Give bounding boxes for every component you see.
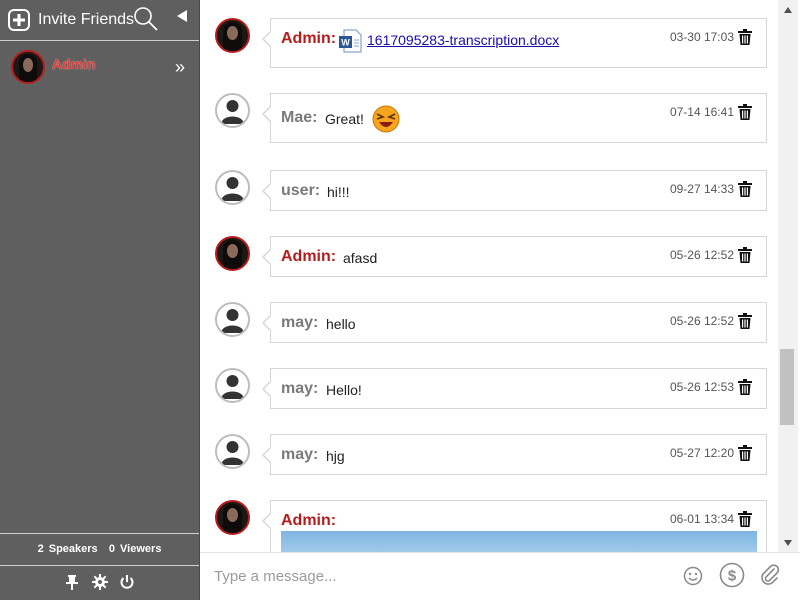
- pin-icon[interactable]: [64, 574, 80, 590]
- viewers-label: Viewers: [120, 543, 162, 555]
- gear-icon[interactable]: [92, 574, 108, 590]
- participant-stats: 2 Speakers 0 Viewers: [0, 533, 199, 566]
- message-item: may: hello 05-26 12:52: [200, 302, 778, 344]
- message-sender: Admin:: [281, 248, 337, 265]
- message-text: hi!!!: [327, 184, 350, 200]
- scroll-up-arrow-icon[interactable]: [783, 6, 793, 14]
- message-item: Mae: Great! 07-14 16:41: [200, 93, 778, 145]
- avatar: [215, 93, 250, 128]
- message-sender: may:: [281, 380, 319, 397]
- speakers-count: 2: [37, 543, 44, 555]
- message-item: Admin: 06-01 13:34: [200, 500, 778, 552]
- search-icon[interactable]: [133, 6, 159, 32]
- avatar: [11, 50, 45, 84]
- message-bubble: Mae: Great! 07-14 16:41: [262, 93, 767, 143]
- scrollbar[interactable]: [778, 0, 798, 552]
- sidebar: Invite Friends Admin » 2 Speakers 0 View…: [0, 0, 200, 600]
- message-timestamp: 05-26 12:52: [669, 248, 734, 262]
- message-sender: Mae:: [281, 109, 318, 126]
- avatar: [215, 302, 250, 337]
- message-item: may: Hello! 05-26 12:53: [200, 368, 778, 410]
- message-bubble: Admin: afasd 05-26 12:52: [262, 236, 767, 277]
- file-download-link[interactable]: 1617095283-transcription.docx: [367, 32, 559, 48]
- word-doc-icon: W: [339, 29, 362, 53]
- image-attachment[interactable]: [281, 531, 757, 552]
- scroll-down-arrow-icon[interactable]: [783, 539, 793, 547]
- message-timestamp: 09-27 14:33: [669, 182, 734, 196]
- plus-icon[interactable]: [8, 9, 30, 31]
- message-item: user: hi!!! 09-27 14:33: [200, 170, 778, 212]
- message-text: afasd: [343, 250, 378, 266]
- message-timestamp: 05-26 12:53: [669, 380, 734, 394]
- sidebar-header: Invite Friends: [0, 0, 199, 41]
- message-timestamp: 03-30 17:03: [669, 30, 734, 44]
- trash-icon[interactable]: [738, 247, 752, 263]
- trash-icon[interactable]: [738, 104, 752, 120]
- avatar: [215, 500, 250, 535]
- trash-icon[interactable]: [738, 181, 752, 197]
- trash-icon[interactable]: [738, 379, 752, 395]
- trash-icon[interactable]: [738, 445, 752, 461]
- svg-text:W: W: [341, 38, 350, 48]
- chat-message-list[interactable]: Admin: W 1617095283-transcription.docx 0…: [200, 0, 800, 552]
- collapse-sidebar-icon[interactable]: [175, 9, 189, 23]
- expand-icon[interactable]: »: [175, 58, 185, 76]
- message-item: Admin: afasd 05-26 12:52: [200, 236, 778, 278]
- avatar: [215, 368, 250, 403]
- avatar: [215, 236, 250, 271]
- message-sender: may:: [281, 446, 319, 463]
- message-bubble: may: hjg 05-27 12:20: [262, 434, 767, 475]
- message-text: hjg: [326, 448, 345, 464]
- user-name: Admin: [52, 56, 96, 72]
- message-item: Admin: W 1617095283-transcription.docx 0…: [200, 18, 778, 70]
- scroll-thumb[interactable]: [780, 349, 794, 425]
- trash-icon[interactable]: [738, 511, 752, 527]
- message-composer: $: [200, 552, 800, 600]
- message-input[interactable]: [212, 563, 652, 589]
- trash-icon[interactable]: [738, 313, 752, 329]
- message-bubble: may: Hello! 05-26 12:53: [262, 368, 767, 409]
- message-bubble: Admin: 06-01 13:34: [262, 500, 767, 552]
- paperclip-icon[interactable]: [760, 564, 780, 586]
- svg-text:$: $: [728, 568, 737, 585]
- message-sender: Admin:: [281, 512, 337, 529]
- sidebar-footer: [0, 567, 199, 600]
- message-timestamp: 06-01 13:34: [669, 512, 734, 526]
- message-bubble: may: hello 05-26 12:52: [262, 302, 767, 343]
- speakers-label: Speakers: [48, 543, 98, 555]
- message-sender: may:: [281, 314, 319, 331]
- invite-friends-label[interactable]: Invite Friends: [38, 11, 134, 29]
- message-timestamp: 05-27 12:20: [669, 446, 734, 460]
- message-text: Great!: [325, 111, 364, 127]
- message-sender: user:: [281, 182, 321, 199]
- message-timestamp: 05-26 12:52: [669, 314, 734, 328]
- laughing-emoji-icon: [372, 105, 400, 133]
- message-text: Hello!: [326, 382, 362, 398]
- message-text: hello: [326, 316, 356, 332]
- power-icon[interactable]: [119, 574, 135, 590]
- message-bubble: user: hi!!! 09-27 14:33: [262, 170, 767, 211]
- avatar: [215, 434, 250, 469]
- message-bubble: Admin: W 1617095283-transcription.docx 0…: [262, 18, 767, 68]
- emoji-icon[interactable]: [683, 566, 703, 586]
- message-item: may: hjg 05-27 12:20: [200, 434, 778, 476]
- trash-icon[interactable]: [738, 29, 752, 45]
- dollar-icon[interactable]: $: [719, 562, 745, 588]
- message-sender: Admin:: [281, 30, 337, 47]
- avatar: [215, 18, 250, 53]
- viewers-count: 0: [108, 543, 115, 555]
- avatar: [215, 170, 250, 205]
- user-list-item-admin[interactable]: Admin »: [0, 46, 199, 88]
- message-timestamp: 07-14 16:41: [669, 105, 734, 119]
